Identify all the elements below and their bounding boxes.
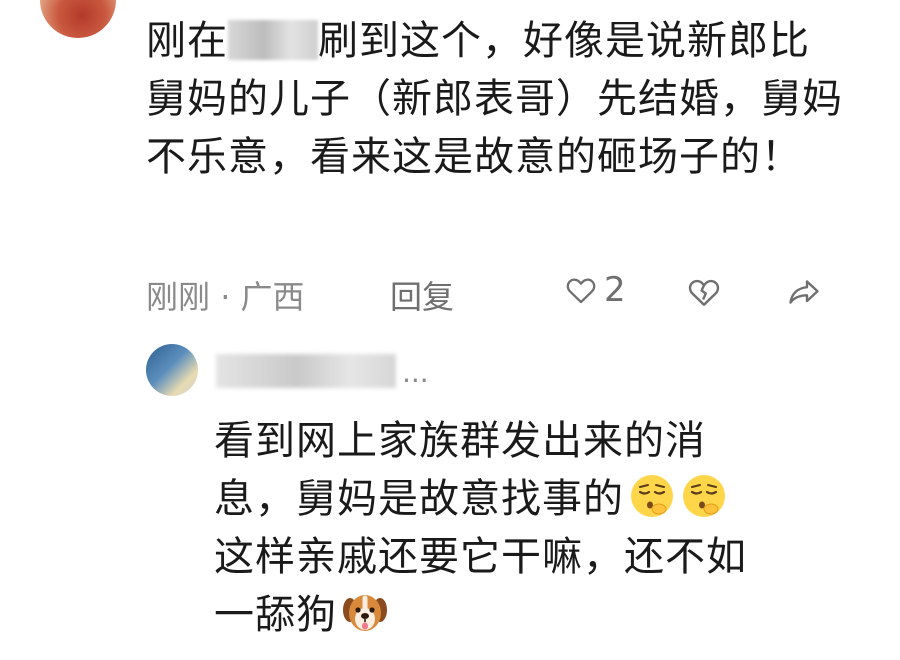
replier-avatar[interactable] xyxy=(146,344,198,396)
share-icon xyxy=(789,280,819,304)
dog-emoji-icon xyxy=(343,595,387,631)
redacted-blur xyxy=(228,20,318,60)
reply-line-text: 息，舅妈是故意找事的 xyxy=(214,476,624,522)
share-button[interactable] xyxy=(786,274,822,318)
heart-icon xyxy=(566,278,596,304)
commenter-avatar[interactable] xyxy=(40,0,116,38)
comment-meta: 刚刚 · 广西 回复 2 xyxy=(146,270,846,316)
broken-heart-icon xyxy=(688,279,720,306)
meta-separator: · xyxy=(220,278,231,316)
reply-text: 看到网上家族群发出来的消 息，舅妈是故意找事的 这样亲戚还要它干嘛，还不如 一舔… xyxy=(214,412,854,644)
comment-location: 广西 xyxy=(240,278,305,316)
comment-time-location: 刚刚 · 广西 xyxy=(146,272,305,318)
reply-line: 一舔狗 xyxy=(214,586,854,644)
reply-line: 看到网上家族群发出来的消 xyxy=(214,418,706,464)
comment-text-part: 刚在 xyxy=(146,18,228,64)
pensive-emoji-icon xyxy=(631,475,673,517)
like-button[interactable]: 2 xyxy=(564,270,626,310)
comment-time: 刚刚 xyxy=(146,278,211,316)
reply-button[interactable]: 回复 xyxy=(390,272,454,318)
dislike-button[interactable] xyxy=(686,274,722,318)
redacted-name-blur xyxy=(216,354,396,388)
reply-line-text: 一舔狗 xyxy=(214,592,337,638)
reply-line: 息，舅妈是故意找事的 xyxy=(214,470,854,528)
pensive-emoji-icon xyxy=(683,475,725,517)
replier-name-suffix: ... xyxy=(402,356,429,389)
like-count: 2 xyxy=(604,270,626,310)
replier-name[interactable]: ... xyxy=(216,354,429,389)
comment-text: 刚在 刷到这个，好像是说新郎比舅妈的儿子（新郎表哥）先结婚，舅妈不乐意，看来这是故… xyxy=(146,12,846,186)
reply-line: 这样亲戚还要它干嘛，还不如 xyxy=(214,534,747,580)
